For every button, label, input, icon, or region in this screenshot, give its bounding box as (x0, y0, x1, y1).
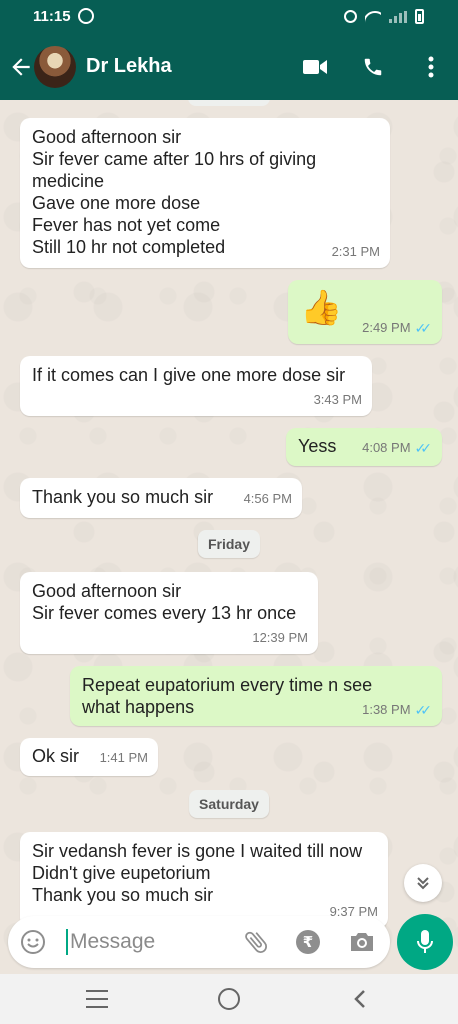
message-bubble[interactable]: Yess 4:08 PM ✓✓ (286, 428, 442, 466)
camera-icon[interactable] (348, 930, 376, 954)
recent-apps-icon[interactable] (86, 990, 108, 1008)
message-time: 1:38 PM (362, 702, 411, 717)
message-composer: ₹ (8, 916, 390, 968)
wifi-icon (365, 10, 381, 23)
message-time: 12:39 PM (252, 630, 308, 645)
message-bubble[interactable]: Good afternoon sir Sir fever came after … (20, 118, 390, 268)
read-receipt-icon: ✓✓ (414, 320, 433, 336)
scroll-to-bottom-button[interactable] (404, 864, 442, 902)
message-bubble[interactable]: Thank you so much sir 4:56 PM (20, 478, 302, 518)
whatsapp-notification-icon (78, 8, 94, 24)
message-text: Repeat eupatorium every time n see what … (82, 675, 373, 717)
home-icon[interactable] (218, 988, 240, 1010)
voice-message-button[interactable] (397, 914, 453, 970)
message-time: 4:56 PM (243, 491, 292, 506)
message-text: Good afternoon sir Sir fever comes every… (32, 581, 297, 623)
avatar[interactable] (34, 46, 76, 88)
alarm-icon (344, 10, 357, 23)
chat-area[interactable]: Good afternoon sir Sir fever came after … (0, 100, 458, 974)
header-actions (302, 55, 444, 79)
message-bubble[interactable]: Good afternoon sir Sir fever comes every… (20, 572, 318, 654)
message-input[interactable] (70, 926, 240, 958)
status-bar: 11:15 (0, 0, 458, 34)
chat-header: Dr Lekha (0, 34, 458, 100)
video-call-icon[interactable] (302, 55, 328, 79)
system-navigation-bar (0, 974, 458, 1024)
composer-bar: ₹ (0, 910, 458, 974)
message-bubble[interactable]: If it comes can I give one more dose sir… (20, 356, 372, 416)
date-chip-partial (188, 100, 270, 106)
emoji-icon[interactable] (20, 929, 46, 955)
double-chevron-down-icon (417, 877, 429, 890)
nav-back-icon[interactable] (350, 989, 370, 1009)
date-separator: Saturday (189, 790, 269, 818)
contact-name[interactable]: Dr Lekha (86, 55, 172, 78)
date-separator: Friday (197, 530, 261, 558)
message-time: 2:49 PM (362, 320, 411, 335)
message-text: If it comes can I give one more dose sir (32, 365, 346, 385)
microphone-icon (417, 930, 433, 953)
message-bubble[interactable]: Repeat eupatorium every time n see what … (70, 666, 442, 726)
message-time: 4:08 PM (362, 440, 411, 455)
message-text: Sir vedansh fever is gone I waited till … (32, 841, 363, 905)
read-receipt-icon: ✓✓ (414, 702, 433, 718)
message-bubble[interactable]: 👍 2:49 PM ✓✓ (288, 280, 442, 344)
back-arrow-icon[interactable] (8, 54, 34, 80)
voice-call-icon[interactable] (360, 55, 386, 79)
battery-icon (415, 9, 424, 24)
payment-rupee-icon[interactable]: ₹ (296, 930, 320, 954)
message-bubble[interactable]: Ok sir 1:41 PM (20, 738, 158, 776)
text-cursor (66, 929, 68, 955)
more-options-icon[interactable] (418, 55, 444, 79)
message-text: Good afternoon sir Sir fever came after … (32, 127, 317, 257)
status-icons (344, 9, 424, 24)
message-time: 2:31 PM (331, 244, 380, 259)
status-time: 11:15 (33, 8, 71, 25)
read-receipt-icon: ✓✓ (414, 440, 433, 456)
signal-icon (389, 10, 407, 23)
message-time: 1:41 PM (99, 750, 148, 765)
attach-icon[interactable] (242, 928, 270, 956)
message-time: 3:43 PM (313, 392, 362, 407)
